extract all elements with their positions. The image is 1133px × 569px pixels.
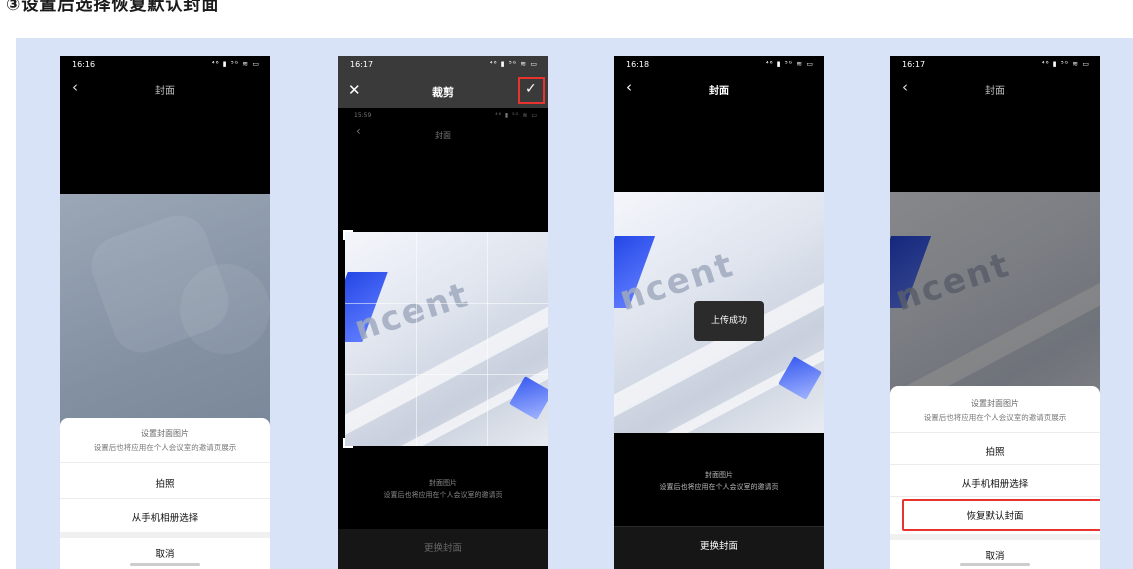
status-time: 16:16 bbox=[72, 60, 96, 69]
confirm-button[interactable]: ✓ bbox=[518, 77, 545, 104]
check-icon: ✓ bbox=[525, 81, 537, 97]
change-cover-button: 更换封面 bbox=[338, 529, 548, 569]
cover-caption-title: 封面图片 bbox=[429, 479, 457, 487]
sheet-subtitle: 设置后也将应用在个人会议室的邀请页展示 bbox=[923, 413, 1067, 422]
grid-line bbox=[345, 374, 548, 375]
status-bar: 16:17 ⁴⁶ ▮ ⁵ᴳ ≋ ▭ bbox=[338, 56, 548, 74]
take-photo-option[interactable]: 拍照 bbox=[60, 476, 270, 490]
take-photo-option[interactable]: 拍照 bbox=[890, 444, 1100, 458]
sheet-title: 设置封面图片 bbox=[971, 399, 1019, 408]
upload-success-toast: 上传成功 bbox=[694, 301, 764, 341]
crop-handle[interactable] bbox=[343, 438, 353, 448]
crop-image: ncent bbox=[345, 232, 548, 446]
cover-options-sheet: 设置封面图片 设置后也将应用在个人会议室的邀请页展示 拍照 从手机相册选择 取消 bbox=[60, 418, 270, 569]
status-time: 16:17 bbox=[902, 60, 926, 69]
cover-caption-subtitle: 设置后也将应用在个人会议室的邀请页 bbox=[383, 491, 503, 499]
crop-frame[interactable]: ncent bbox=[343, 230, 548, 448]
status-time: 16:17 bbox=[350, 60, 374, 69]
status-bar: 16:16 ⁴⁶ ▮ ⁵ᴳ ≋ ▭ bbox=[60, 56, 270, 74]
cover-options-sheet: 设置封面图片 设置后也将应用在个人会议室的邀请页展示 拍照 从手机相册选择 恢复… bbox=[890, 386, 1100, 569]
signal-wifi-battery-icon: ⁴⁶ ▮ ⁵ᴳ ≋ ▭ bbox=[489, 60, 538, 68]
nav-title: 封面 bbox=[709, 86, 729, 97]
divider bbox=[60, 498, 270, 499]
blue-shape bbox=[509, 376, 548, 420]
divider bbox=[890, 432, 1100, 433]
phone-screen-2: 16:17 ⁴⁶ ▮ ⁵ᴳ ≋ ▭ ✕ 裁剪 ✓ 15:59 ⁴⁶ ▮ ⁵ᴳ ≋… bbox=[338, 56, 548, 569]
phone-screen-1: 16:16 ⁴⁶ ▮ ⁵ᴳ ≋ ▭ ‹ 封面 设置封面图片 设置后也将应用在个人… bbox=[60, 56, 270, 569]
crop-title: 裁剪 bbox=[432, 86, 454, 99]
nav-bar: ‹ 封面 bbox=[60, 74, 270, 104]
crop-handle[interactable] bbox=[343, 230, 353, 240]
cancel-button[interactable]: 取消 bbox=[60, 546, 270, 560]
cover-caption-subtitle: 设置后也将应用在个人会议室的邀请页 bbox=[659, 483, 779, 491]
inner-status-time: 15:59 bbox=[354, 112, 372, 119]
status-bar: 16:17 ⁴⁶ ▮ ⁵ᴳ ≋ ▭ bbox=[890, 56, 1100, 74]
divider bbox=[890, 496, 1100, 497]
signal-wifi-battery-icon: ⁴⁶ ▮ ⁵ᴳ ≋ ▭ bbox=[765, 60, 814, 68]
grid-line bbox=[345, 303, 548, 304]
restore-default-cover-option[interactable]: 恢复默认封面 bbox=[890, 508, 1100, 522]
cancel-button[interactable]: 取消 bbox=[890, 548, 1100, 562]
grid-line bbox=[416, 232, 417, 446]
inner-nav-title: 封面 bbox=[435, 131, 451, 140]
sheet-title: 设置封面图片 bbox=[141, 429, 189, 438]
separator bbox=[890, 534, 1100, 540]
inner-status-icons: ⁴⁶ ▮ ⁵ᴳ ≋ ▭ bbox=[495, 112, 538, 119]
change-cover-button[interactable]: 更换封面 bbox=[614, 527, 824, 569]
phone-screen-3: 16:18 ⁴⁶ ▮ ⁵ᴳ ≋ ▭ ‹ 封面 ncent 上传成功 封面图片 设… bbox=[614, 56, 824, 569]
choose-from-album-option[interactable]: 从手机相册选择 bbox=[60, 510, 270, 524]
nav-title: 封面 bbox=[985, 86, 1005, 97]
cover-caption-title: 封面图片 bbox=[705, 471, 733, 479]
divider bbox=[890, 464, 1100, 465]
page-heading: ③设置后选择恢复默认封面 bbox=[6, 0, 220, 12]
separator bbox=[60, 532, 270, 538]
sheet-subtitle: 设置后也将应用在个人会议室的邀请页展示 bbox=[93, 443, 237, 452]
nav-bar: ‹ 封面 bbox=[614, 74, 824, 104]
nav-bar: ‹ 封面 bbox=[890, 74, 1100, 104]
nav-title: 封面 bbox=[155, 86, 175, 97]
cover-decoration bbox=[180, 264, 270, 354]
status-time: 16:18 bbox=[626, 60, 650, 69]
grid-line bbox=[487, 232, 488, 446]
home-indicator bbox=[960, 563, 1030, 566]
crop-top-bar: ✕ 裁剪 ✓ bbox=[338, 74, 548, 108]
home-indicator bbox=[130, 563, 200, 566]
phone-screen-4: 16:17 ⁴⁶ ▮ ⁵ᴳ ≋ ▭ ‹ 封面 ncent 设置封面图片 设置后也… bbox=[890, 56, 1100, 569]
signal-wifi-battery-icon: ⁴⁶ ▮ ⁵ᴳ ≋ ▭ bbox=[211, 60, 260, 68]
choose-from-album-option[interactable]: 从手机相册选择 bbox=[890, 476, 1100, 490]
status-bar: 16:18 ⁴⁶ ▮ ⁵ᴳ ≋ ▭ bbox=[614, 56, 824, 74]
signal-wifi-battery-icon: ⁴⁶ ▮ ⁵ᴳ ≋ ▭ bbox=[1041, 60, 1090, 68]
divider bbox=[60, 462, 270, 463]
